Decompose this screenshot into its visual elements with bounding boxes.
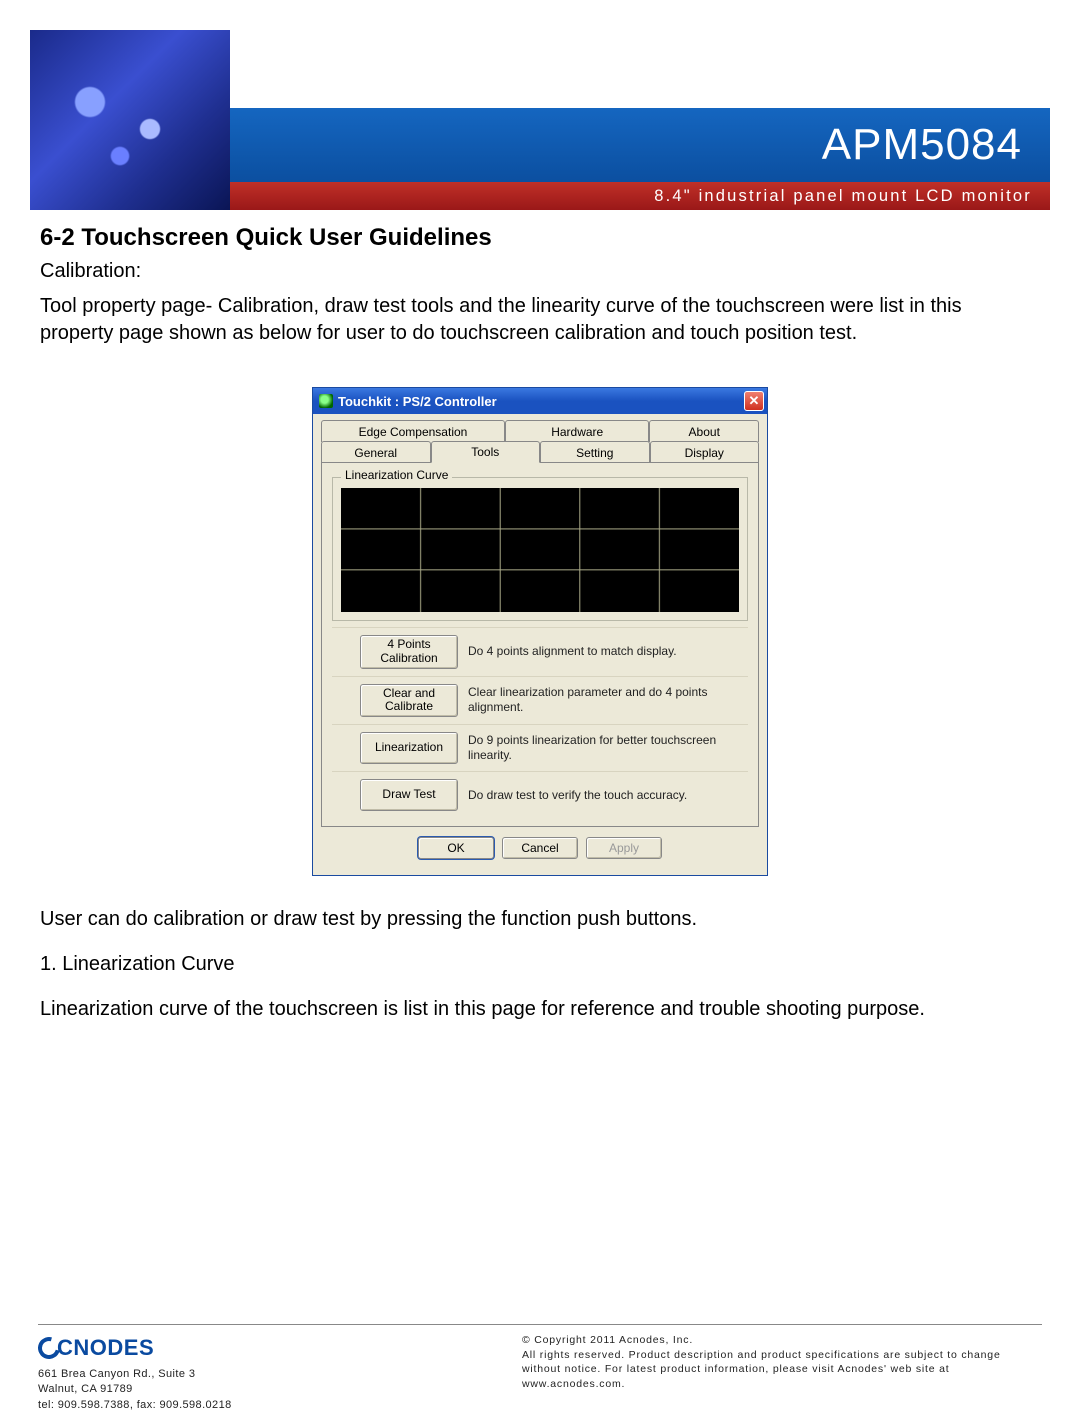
tab-tools[interactable]: Tools (431, 441, 541, 463)
after-paragraph-1: User can do calibration or draw test by … (40, 906, 1040, 933)
subtitle-band: 8.4" industrial panel mount LCD monitor (230, 182, 1050, 210)
cancel-button[interactable]: Cancel (502, 837, 578, 859)
clear-desc: Clear linearization parameter and do 4 p… (468, 685, 744, 715)
footer-contact: tel: 909.598.7388, fax: 909.598.0218 (38, 1398, 232, 1413)
footer-address-2: Walnut, CA 91789 (38, 1382, 232, 1397)
draw-test-desc: Do draw test to verify the touch accurac… (468, 788, 744, 803)
header-band: APM5084 8.4" industrial panel mount LCD … (230, 30, 1050, 210)
dialog-titlebar: Touchkit : PS/2 Controller ✕ (313, 388, 767, 414)
tab-about[interactable]: About (649, 420, 759, 442)
subtitle-text: 8.4" industrial panel mount LCD monitor (654, 187, 1032, 206)
tab-display[interactable]: Display (650, 441, 760, 463)
linearization-curve-grid (341, 488, 739, 612)
linearization-desc: Do 9 points linearization for better tou… (468, 733, 744, 763)
intro-paragraph: Tool property page- Calibration, draw te… (40, 293, 1040, 347)
model-band: APM5084 (230, 108, 1050, 182)
close-icon[interactable]: ✕ (744, 391, 764, 411)
acnodes-logo: CNODES (38, 1333, 232, 1364)
four-points-desc: Do 4 points alignment to match display. (468, 644, 744, 659)
tab-general[interactable]: General (321, 441, 431, 463)
action-row-drawtest: Draw Test Do draw test to verify the tou… (332, 771, 748, 818)
after-paragraph-2: Linearization curve of the touchscreen i… (40, 996, 1040, 1023)
footer-legal: © Copyright 2011 Acnodes, Inc. All right… (522, 1333, 1042, 1413)
subsection-title: 1. Linearization Curve (40, 951, 1040, 978)
group-label: Linearization Curve (341, 468, 452, 482)
tab-content-tools: Linearization Curve 4 Points Calibration… (321, 462, 759, 827)
touchkit-dialog: Touchkit : PS/2 Controller ✕ Edge Compen… (312, 387, 768, 876)
app-icon (319, 394, 333, 408)
dialog-button-bar: OK Cancel Apply (321, 827, 759, 871)
page-content: 6-2 Touchscreen Quick User Guidelines Ca… (0, 210, 1080, 1023)
page-footer: CNODES 661 Brea Canyon Rd., Suite 3 Waln… (38, 1324, 1042, 1413)
page-header: APM5084 8.4" industrial panel mount LCD … (30, 30, 1050, 210)
tab-edge-compensation[interactable]: Edge Compensation (321, 420, 505, 442)
footer-left: CNODES 661 Brea Canyon Rd., Suite 3 Waln… (38, 1333, 232, 1413)
clear-and-calibrate-button[interactable]: Clear and Calibrate (360, 684, 458, 718)
tab-row-front: General Tools Setting Display (321, 441, 759, 463)
tab-setting[interactable]: Setting (540, 441, 650, 463)
section-subheading: Calibration: (40, 260, 1040, 283)
header-circuit-image (30, 30, 230, 210)
tab-hardware[interactable]: Hardware (505, 420, 650, 442)
tab-row-back: Edge Compensation Hardware About (321, 420, 759, 442)
tabs-area: Edge Compensation Hardware About General… (313, 414, 767, 875)
footer-address-1: 661 Brea Canyon Rd., Suite 3 (38, 1367, 232, 1382)
linearization-button[interactable]: Linearization (360, 732, 458, 764)
action-row-4points: 4 Points Calibration Do 4 points alignme… (332, 627, 748, 676)
apply-button[interactable]: Apply (586, 837, 662, 859)
dialog-screenshot: Touchkit : PS/2 Controller ✕ Edge Compen… (40, 387, 1040, 876)
dialog-title: Touchkit : PS/2 Controller (338, 394, 744, 409)
model-number: APM5084 (822, 120, 1022, 170)
four-points-calibration-button[interactable]: 4 Points Calibration (360, 635, 458, 669)
linearization-curve-group: Linearization Curve (332, 477, 748, 621)
action-row-clear: Clear and Calibrate Clear linearization … (332, 676, 748, 725)
action-row-linearization: Linearization Do 9 points linearization … (332, 724, 748, 771)
ok-button[interactable]: OK (418, 837, 494, 859)
logo-text: CNODES (57, 1333, 154, 1364)
section-heading: 6-2 Touchscreen Quick User Guidelines (40, 224, 1040, 252)
draw-test-button[interactable]: Draw Test (360, 779, 458, 811)
